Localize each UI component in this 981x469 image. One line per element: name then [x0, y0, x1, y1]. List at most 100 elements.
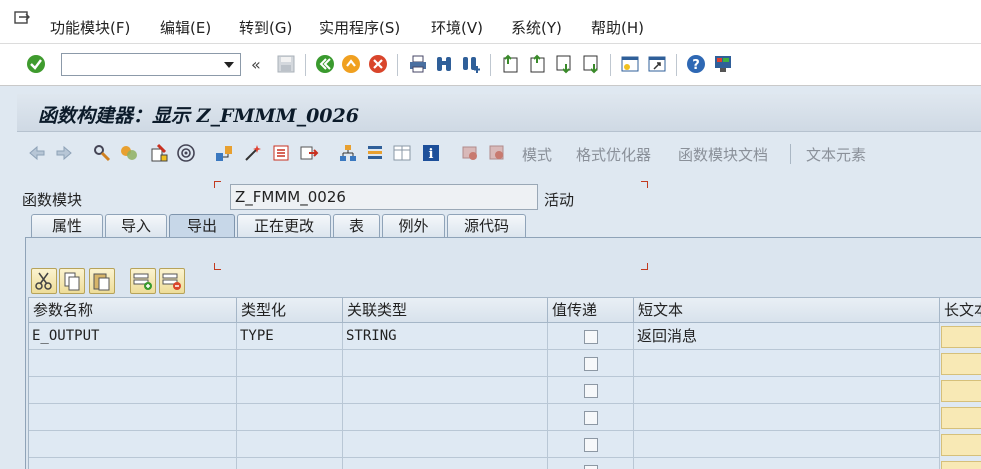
tab-tables[interactable]: 表: [333, 214, 380, 237]
customize-layout-icon[interactable]: [713, 54, 733, 74]
cut-row-button[interactable]: [31, 268, 57, 294]
arrow-left-icon[interactable]: [27, 143, 47, 163]
pass-by-value-checkbox[interactable]: [584, 411, 598, 425]
cell-typing[interactable]: TYPE: [237, 323, 343, 350]
cell-associated-type[interactable]: [343, 350, 548, 377]
navigation-window-icon[interactable]: [299, 143, 319, 163]
function-module-field[interactable]: [230, 184, 538, 210]
display-change-icon[interactable]: [92, 143, 112, 163]
exit-icon[interactable]: [341, 54, 361, 74]
tab-import[interactable]: 导入: [105, 214, 167, 237]
activate-icon[interactable]: [176, 143, 196, 163]
menu-edit[interactable]: 编辑(E): [160, 17, 211, 38]
menu-utilities[interactable]: 实用程序(S): [319, 17, 400, 38]
copy-row-button[interactable]: [59, 268, 85, 294]
long-text-button[interactable]: [941, 380, 981, 402]
menu-system[interactable]: 系统(Y): [511, 17, 562, 38]
cell-parameter-name[interactable]: [29, 350, 237, 377]
cell-associated-type[interactable]: [343, 458, 548, 469]
split-screen-icon[interactable]: [392, 143, 412, 163]
cell-short-text[interactable]: 返回消息: [634, 323, 940, 350]
menu-goto[interactable]: 转到(G): [239, 17, 292, 38]
help-icon[interactable]: ?: [686, 54, 706, 74]
cell-typing[interactable]: [237, 404, 343, 431]
menu-environment[interactable]: 环境(V): [431, 17, 483, 38]
last-page-icon[interactable]: [581, 54, 601, 74]
tab-exceptions[interactable]: 例外: [382, 214, 445, 237]
documentation-icon[interactable]: [487, 143, 507, 163]
info-icon[interactable]: i: [421, 143, 441, 163]
tab-changing[interactable]: 正在更改: [237, 214, 331, 237]
find-next-icon[interactable]: [461, 54, 481, 74]
back-icon[interactable]: [315, 54, 335, 74]
pass-by-value-checkbox[interactable]: [584, 357, 598, 371]
cell-typing[interactable]: [237, 431, 343, 458]
cell-parameter-name[interactable]: [29, 431, 237, 458]
tab-attributes[interactable]: 属性: [31, 214, 103, 237]
cell-associated-type[interactable]: STRING: [343, 323, 548, 350]
column-header-short-text[interactable]: 短文本: [634, 298, 940, 323]
pretty-printer-button[interactable]: 格式优化器: [576, 144, 651, 165]
print-icon[interactable]: [408, 54, 428, 74]
check-object-icon[interactable]: [149, 143, 169, 163]
command-field[interactable]: [61, 53, 241, 76]
cell-associated-type[interactable]: [343, 404, 548, 431]
first-page-icon[interactable]: [500, 54, 520, 74]
delete-row-button[interactable]: [159, 268, 185, 294]
cell-typing[interactable]: [237, 377, 343, 404]
column-header-long-text[interactable]: 长文本: [940, 298, 981, 323]
function-module-documentation-button[interactable]: 函数模块文档: [678, 144, 768, 165]
pass-by-value-checkbox[interactable]: [584, 438, 598, 452]
test-run-icon[interactable]: [243, 143, 263, 163]
long-text-button[interactable]: [941, 434, 981, 456]
tab-export[interactable]: 导出: [169, 214, 235, 237]
text-elements-button[interactable]: 文本元素: [806, 144, 866, 165]
cell-short-text[interactable]: [634, 458, 940, 469]
save-icon[interactable]: [276, 54, 296, 74]
tab-source-code[interactable]: 源代码: [447, 214, 526, 237]
menu-function-module[interactable]: 功能模块(F): [50, 17, 130, 38]
chevron-down-icon[interactable]: [224, 62, 234, 68]
collapse-icon[interactable]: «: [251, 55, 261, 74]
find-icon[interactable]: [434, 54, 454, 74]
cell-typing[interactable]: [237, 350, 343, 377]
previous-page-icon[interactable]: [527, 54, 547, 74]
cell-short-text[interactable]: [634, 404, 940, 431]
pattern-button[interactable]: 模式: [522, 144, 552, 165]
enter-check-icon[interactable]: [26, 54, 46, 74]
menu-help[interactable]: 帮助(H): [591, 17, 644, 38]
column-header-associated-type[interactable]: 关联类型: [343, 298, 548, 323]
next-page-icon[interactable]: [554, 54, 574, 74]
pass-by-value-checkbox[interactable]: [584, 330, 598, 344]
column-header-parameter-name[interactable]: 参数名称: [29, 298, 237, 323]
cell-short-text[interactable]: [634, 431, 940, 458]
cell-parameter-name[interactable]: [29, 377, 237, 404]
cell-associated-type[interactable]: [343, 431, 548, 458]
pass-by-value-checkbox[interactable]: [584, 384, 598, 398]
cell-parameter-name[interactable]: [29, 458, 237, 469]
menu-exit-icon[interactable]: [14, 11, 30, 25]
long-text-button[interactable]: [941, 461, 981, 469]
long-text-button[interactable]: [941, 407, 981, 429]
hierarchy-icon[interactable]: [338, 143, 358, 163]
stack-icon[interactable]: [365, 143, 385, 163]
cell-typing[interactable]: [237, 458, 343, 469]
test-sequence-icon[interactable]: [460, 143, 480, 163]
long-text-button[interactable]: [941, 353, 981, 375]
active-inactive-icon[interactable]: [119, 143, 139, 163]
paste-row-button[interactable]: [89, 268, 115, 294]
generate-shortcut-icon[interactable]: [647, 54, 667, 74]
cell-parameter-name[interactable]: [29, 404, 237, 431]
cell-short-text[interactable]: [634, 350, 940, 377]
where-used-icon[interactable]: [214, 143, 234, 163]
cell-short-text[interactable]: [634, 377, 940, 404]
cell-associated-type[interactable]: [343, 377, 548, 404]
create-session-icon[interactable]: [620, 54, 640, 74]
insert-row-button[interactable]: [130, 268, 156, 294]
cancel-icon[interactable]: [368, 54, 388, 74]
arrow-right-icon[interactable]: [54, 143, 74, 163]
pass-by-value-checkbox[interactable]: [584, 465, 598, 469]
column-header-typing[interactable]: 类型化: [237, 298, 343, 323]
object-list-icon[interactable]: [271, 143, 291, 163]
long-text-button[interactable]: [941, 326, 981, 348]
